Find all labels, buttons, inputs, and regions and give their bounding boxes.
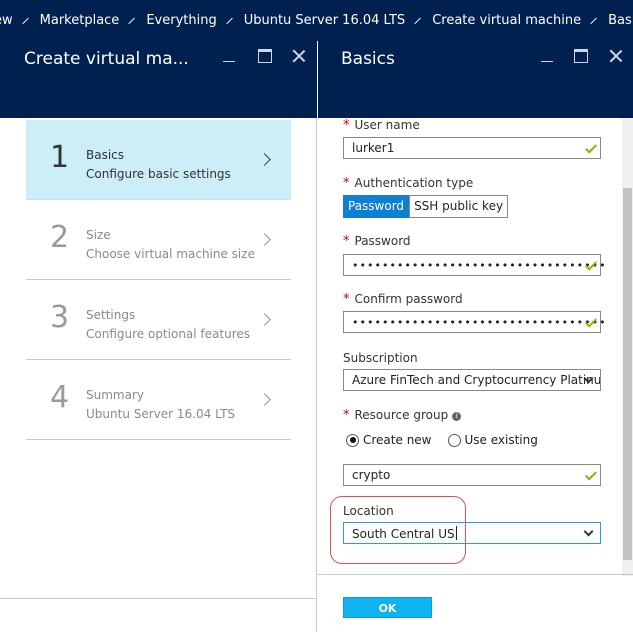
- confirm-password-label: * Confirm password: [343, 292, 463, 307]
- left-blade-title: Create virtual ma...: [24, 49, 189, 69]
- resource-group-value: crypto: [352, 468, 391, 482]
- close-icon[interactable]: [292, 49, 306, 63]
- required-marker: *: [343, 234, 350, 249]
- step-description: Configure optional features: [86, 327, 250, 341]
- breadcrumb-item-ubuntu[interactable]: Ubuntu Server 16.04 LTS: [244, 13, 405, 28]
- scrollbar[interactable]: [622, 118, 633, 576]
- breadcrumb-item-new[interactable]: ew: [0, 13, 13, 28]
- chevron-right-icon: [21, 17, 29, 24]
- scrollbar-thumb[interactable]: [623, 188, 632, 560]
- breadcrumb-item-basics[interactable]: Basics: [608, 13, 633, 28]
- radio-create-new[interactable]: [346, 433, 359, 447]
- step-description: Ubuntu Server 16.04 LTS: [86, 407, 236, 421]
- step-number: 1: [50, 140, 70, 175]
- password-label: * Password: [343, 234, 411, 249]
- step-title: Settings: [86, 308, 136, 322]
- resource-group-label: * Resource group i: [343, 408, 462, 423]
- step-number: 3: [50, 300, 70, 335]
- resource-group-input[interactable]: crypto: [343, 464, 601, 486]
- chevron-right-icon: [128, 17, 135, 24]
- step-number: 2: [50, 220, 70, 255]
- step-size[interactable]: 2 Size Choose virtual machine size: [26, 200, 291, 280]
- chevron-down-icon: [583, 526, 594, 537]
- step-settings[interactable]: 3 Settings Configure optional features: [26, 280, 291, 360]
- basics-form-panel: * User name lurker1 * Authentication type …: [318, 118, 633, 632]
- required-marker: *: [343, 176, 350, 191]
- step-title: Basics: [86, 148, 125, 162]
- divider: [318, 574, 633, 575]
- right-blade-title: Basics: [341, 49, 395, 69]
- step-number: 4: [50, 380, 70, 415]
- auth-type-toggle: Password SSH public key: [343, 195, 509, 218]
- maximize-icon[interactable]: [258, 49, 272, 63]
- breadcrumb-item-everything[interactable]: Everything: [146, 13, 216, 28]
- subscription-select[interactable]: Azure FinTech and Cryptocurrency Platinu…: [343, 369, 601, 391]
- confirm-password-input[interactable]: ••••••••••••••••••••••••••••••••••: [343, 311, 606, 333]
- chevron-right-icon: [258, 233, 271, 246]
- auth-option-password[interactable]: Password: [343, 195, 410, 218]
- breadcrumb-item-marketplace[interactable]: Marketplace: [40, 13, 120, 28]
- username-input[interactable]: lurker1: [343, 137, 601, 159]
- location-highlight-annotation: [330, 496, 466, 564]
- wizard-steps-panel: 1 Basics Configure basic settings 2 Size…: [0, 118, 317, 632]
- radio-use-existing-label[interactable]: Use existing: [465, 433, 538, 447]
- ok-button[interactable]: OK: [343, 597, 432, 618]
- auth-option-ssh[interactable]: SSH public key: [409, 195, 509, 218]
- password-input[interactable]: ••••••••••••••••••••••••••••••••••: [343, 254, 606, 276]
- radio-create-new-label[interactable]: Create new: [363, 433, 432, 447]
- breadcrumb: ew Marketplace Everything Ubuntu Server …: [0, 0, 633, 41]
- required-marker: *: [343, 118, 350, 133]
- username-label: * User name: [343, 118, 420, 133]
- right-blade-header: Basics: [318, 41, 633, 118]
- confirm-password-value: ••••••••••••••••••••••••••••••••••: [352, 316, 607, 329]
- chevron-right-icon: [226, 17, 233, 24]
- close-icon[interactable]: [609, 49, 623, 63]
- chevron-right-icon: [590, 17, 597, 24]
- step-title: Size: [86, 228, 111, 242]
- check-icon: [584, 141, 598, 154]
- minimize-icon[interactable]: [540, 49, 554, 63]
- radio-use-existing[interactable]: [447, 433, 461, 447]
- chevron-right-icon: [258, 393, 271, 406]
- info-icon[interactable]: i: [452, 412, 462, 421]
- username-value: lurker1: [352, 141, 395, 155]
- breadcrumb-item-create-vm[interactable]: Create virtual machine: [432, 13, 581, 28]
- password-value: ••••••••••••••••••••••••••••••••••: [352, 259, 607, 272]
- step-title: Summary: [86, 388, 144, 402]
- chevron-right-icon: [414, 17, 421, 24]
- step-basics[interactable]: 1 Basics Configure basic settings: [26, 120, 291, 200]
- chevron-right-icon: [258, 153, 271, 166]
- divider: [0, 598, 316, 599]
- required-marker: *: [343, 408, 350, 423]
- subscription-label: Subscription: [343, 351, 418, 365]
- required-marker: *: [343, 292, 350, 307]
- minimize-icon[interactable]: [222, 49, 236, 63]
- resource-group-radios: Create new Use existing: [346, 433, 554, 447]
- maximize-icon[interactable]: [574, 49, 588, 63]
- step-description: Choose virtual machine size: [86, 247, 255, 261]
- auth-type-label: * Authentication type: [343, 176, 474, 191]
- left-blade-header: Create virtual ma...: [0, 41, 317, 118]
- chevron-right-icon: [258, 313, 271, 326]
- step-description: Configure basic settings: [86, 167, 231, 181]
- subscription-value: Azure FinTech and Cryptocurrency Platinu…: [352, 373, 601, 387]
- check-icon: [584, 468, 598, 481]
- step-summary[interactable]: 4 Summary Ubuntu Server 16.04 LTS: [26, 360, 291, 440]
